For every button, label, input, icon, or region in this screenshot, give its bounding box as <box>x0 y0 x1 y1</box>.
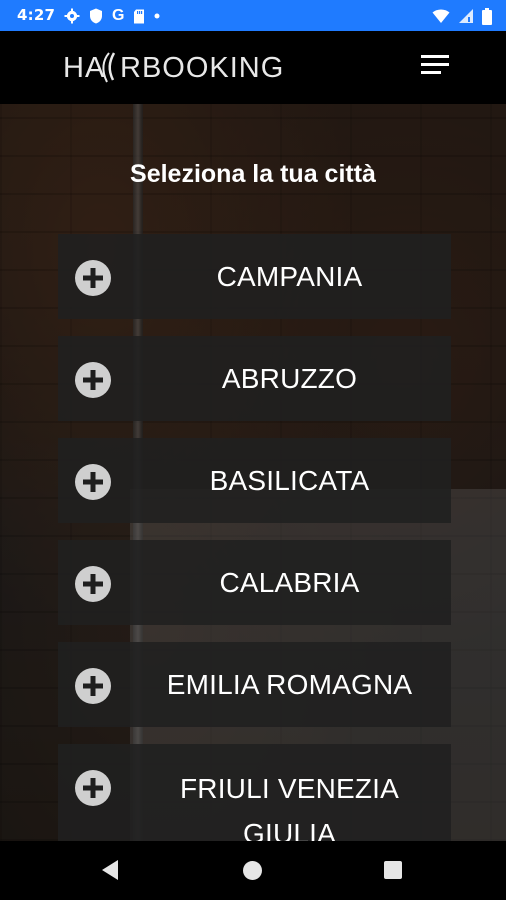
app-header: HA RBOOKING <box>0 31 506 104</box>
svg-text:HA: HA <box>63 52 105 84</box>
hamburger-menu-icon[interactable] <box>421 55 451 79</box>
status-right-icons <box>432 6 492 26</box>
region-selection-screen[interactable]: Seleziona la tua città CAMPANIA ABRUZZO … <box>0 104 506 841</box>
region-label: EMILIA ROMAGNA <box>166 668 413 700</box>
region-item-friuli-venezia-giulia[interactable]: FRIULI VENEZIA GIULIA <box>58 744 451 841</box>
region-item-abruzzo[interactable]: ABRUZZO <box>58 336 451 421</box>
home-icon[interactable] <box>243 861 262 880</box>
status-left-icons: G <box>64 6 160 26</box>
sd-card-icon <box>133 9 145 24</box>
plus-circle-icon[interactable] <box>75 260 111 296</box>
status-time: 4:27 <box>17 6 56 24</box>
signal-icon <box>458 8 474 24</box>
plus-circle-icon[interactable] <box>75 566 111 602</box>
dot-icon <box>154 13 160 19</box>
region-item-basilicata[interactable]: BASILICATA <box>58 438 451 523</box>
region-item-campania[interactable]: CAMPANIA <box>58 234 451 319</box>
battery-icon <box>482 7 492 25</box>
back-icon[interactable] <box>101 859 119 886</box>
wifi-icon <box>432 9 450 24</box>
google-g-icon: G <box>112 7 125 24</box>
shield-icon <box>89 8 103 24</box>
system-nav-bar <box>0 841 506 900</box>
region-label: FRIULI VENEZIA GIULIA <box>179 773 400 841</box>
page-title: Seleziona la tua città <box>130 160 376 188</box>
plus-circle-icon[interactable] <box>75 668 111 704</box>
region-item-calabria[interactable]: CALABRIA <box>58 540 451 625</box>
region-label: CALABRIA <box>219 566 360 598</box>
region-label: ABRUZZO <box>221 362 358 394</box>
gear-icon <box>64 8 80 24</box>
region-list: CAMPANIA ABRUZZO BASILICATA CALABRIA EMI… <box>58 234 451 841</box>
svg-text:RBOOKING: RBOOKING <box>120 52 284 84</box>
region-label: CAMPANIA <box>216 260 363 292</box>
region-item-emilia-romagna[interactable]: EMILIA ROMAGNA <box>58 642 451 727</box>
region-label: BASILICATA <box>209 464 370 496</box>
plus-circle-icon[interactable] <box>75 770 111 806</box>
status-bar: 4:27 G <box>0 0 506 31</box>
hairbooking-logo[interactable]: HA RBOOKING <box>63 50 285 84</box>
plus-circle-icon[interactable] <box>75 362 111 398</box>
plus-circle-icon[interactable] <box>75 464 111 500</box>
recent-apps-icon[interactable] <box>384 861 402 879</box>
